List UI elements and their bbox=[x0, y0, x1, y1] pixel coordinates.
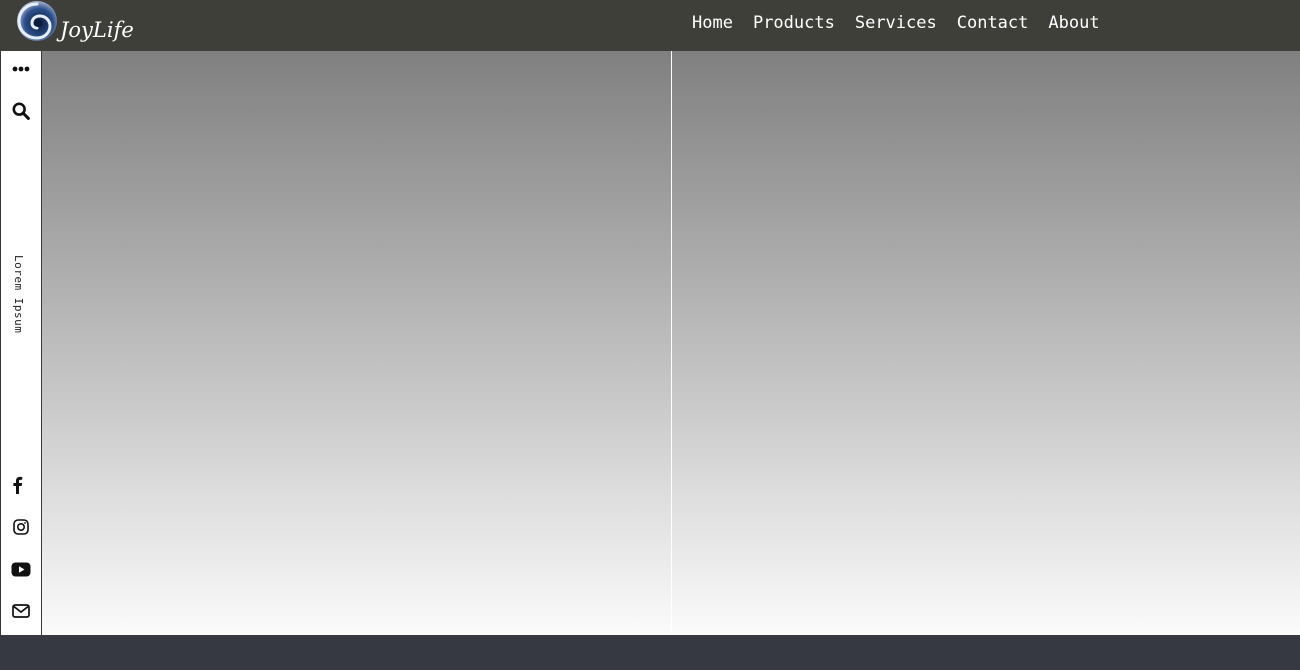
search-icon[interactable] bbox=[10, 100, 32, 122]
nav-item-home[interactable]: Home bbox=[682, 13, 743, 33]
nav-item-contact[interactable]: Contact bbox=[947, 13, 1039, 33]
hero-panel-right bbox=[672, 51, 1300, 635]
mail-icon[interactable] bbox=[10, 600, 32, 622]
hero-panel-left bbox=[42, 51, 671, 635]
left-sidebar: Lorem Ipsum bbox=[0, 51, 42, 635]
brand-logo[interactable]: JoyLife bbox=[14, 0, 144, 51]
nav-item-products[interactable]: Products bbox=[743, 13, 845, 33]
top-navbar: JoyLife Home Products Services Contact A… bbox=[0, 0, 1300, 51]
vertical-tagline: Lorem Ipsum bbox=[12, 255, 25, 334]
more-horizontal-icon[interactable] bbox=[10, 58, 32, 80]
swirl-logo-icon bbox=[17, 1, 57, 41]
main-nav: Home Products Services Contact About bbox=[682, 0, 1110, 46]
footer-bar bbox=[0, 635, 1300, 670]
youtube-icon[interactable] bbox=[10, 558, 32, 580]
instagram-icon[interactable] bbox=[10, 516, 32, 538]
nav-item-services[interactable]: Services bbox=[845, 13, 947, 33]
brand-name: JoyLife bbox=[60, 18, 134, 42]
facebook-icon[interactable] bbox=[6, 474, 28, 496]
nav-item-about[interactable]: About bbox=[1038, 13, 1109, 33]
